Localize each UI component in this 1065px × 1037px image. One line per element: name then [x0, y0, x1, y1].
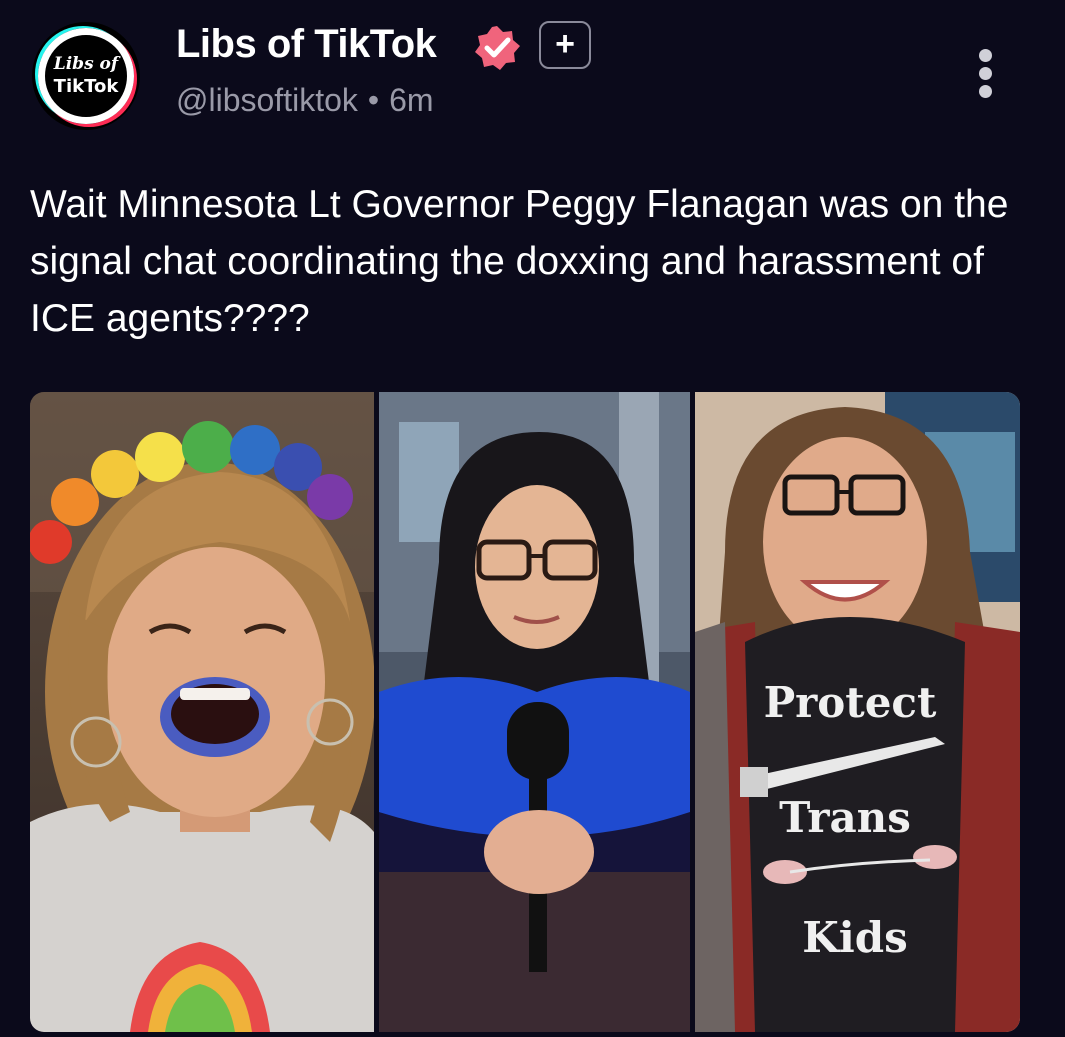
media-photo-2[interactable] [379, 392, 690, 1032]
avatar-text-line1: Libs of [53, 54, 119, 74]
shirt-text-protect: Protect [764, 678, 937, 727]
display-name[interactable]: Libs of TikTok [176, 22, 437, 67]
timestamp: 6m [389, 82, 434, 118]
verified-badge-icon [468, 23, 526, 73]
post-media[interactable]: Protect Trans Kids [30, 392, 1020, 1032]
follow-add-button[interactable]: + [539, 21, 591, 69]
post-meta: @libsoftiktok • 6m [176, 82, 434, 119]
plus-icon: + [555, 25, 575, 63]
media-photo-1[interactable] [30, 392, 374, 1032]
post-header: Libs of TikTok Libs of TikTok + @libsoft… [0, 0, 1065, 150]
shirt-text-trans: Trans [779, 793, 911, 842]
meta-separator: • [367, 82, 380, 118]
media-photo-3[interactable]: Protect Trans Kids [695, 392, 1020, 1032]
avatar-text-line2: TikTok [53, 76, 119, 97]
handle[interactable]: @libsoftiktok [176, 82, 358, 118]
more-vertical-icon[interactable] [968, 45, 1002, 105]
avatar[interactable]: Libs of TikTok [32, 22, 140, 130]
shirt-text-kids: Kids [802, 913, 907, 962]
post-text: Wait Minnesota Lt Governor Peggy Flanaga… [30, 183, 1009, 340]
